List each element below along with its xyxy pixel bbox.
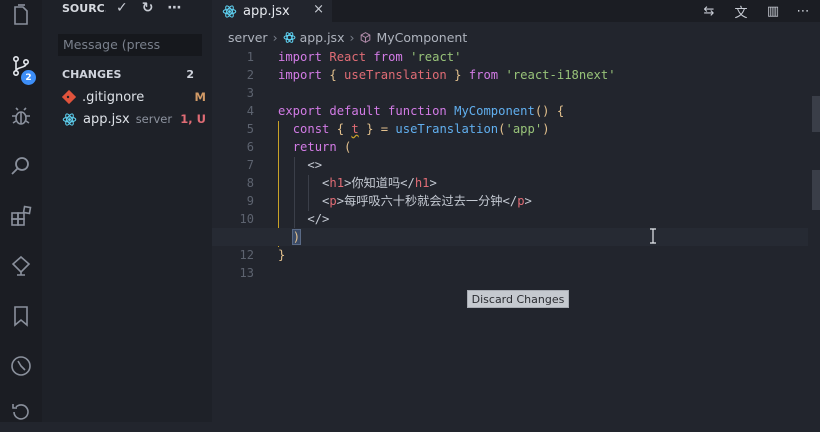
- timeline-icon[interactable]: [0, 346, 42, 386]
- code-line-1: import React from 'react': [278, 50, 462, 64]
- line-number: 4: [246, 104, 254, 118]
- changes-header[interactable]: CHANGES 2: [62, 68, 198, 82]
- commit-message-input[interactable]: Message (press: [58, 34, 202, 56]
- editor-area: app.jsx × ⇆ 文 ▥ ⋯ server › app.jsx › MyC…: [212, 0, 820, 422]
- refresh-icon[interactable]: ↻: [142, 0, 154, 16]
- code-line-11: ): [212, 228, 808, 246]
- explorer-icon[interactable]: [0, 0, 42, 36]
- close-icon[interactable]: ×: [313, 2, 324, 17]
- react-file-icon: [222, 4, 237, 18]
- line-number: 13: [239, 266, 254, 280]
- code-line-6: return (: [292, 140, 352, 154]
- code-line-10: </>: [307, 212, 330, 226]
- breadcrumb-symbol[interactable]: MyComponent: [376, 30, 467, 45]
- changes-label: CHANGES: [62, 68, 122, 81]
- chevron-right-icon: ›: [349, 29, 355, 45]
- bookmark-icon[interactable]: [0, 296, 42, 336]
- open-changes-icon[interactable]: ⇆: [698, 0, 720, 22]
- git-file-icon: [62, 90, 76, 104]
- line-number: 12: [239, 248, 254, 262]
- source-control-panel: SOURC... ✓ ↻ ⋯ Message (press CHANGES 2 …: [42, 0, 212, 422]
- line-number: 10: [239, 212, 254, 226]
- symbol-icon: [361, 31, 371, 43]
- code-line-9: <p>每呼吸六十秒就会过去一分钟</p>: [322, 194, 532, 208]
- source-control-icon[interactable]: 2: [0, 46, 42, 86]
- line-number: 6: [246, 140, 254, 154]
- activity-bar: 2: [0, 0, 42, 422]
- changes-count: 2: [186, 68, 194, 81]
- translate-icon[interactable]: 文: [730, 0, 752, 22]
- history-icon[interactable]: [0, 392, 42, 432]
- scrollbar-marker[interactable]: [812, 170, 820, 210]
- file-dir: server: [135, 112, 173, 126]
- code-line-8: <h1>你知道吗</h1>: [322, 176, 437, 190]
- tab-label: app.jsx: [243, 3, 290, 19]
- line-number: 3: [246, 86, 254, 100]
- code-line-2: import { useTranslation } from 'react-i1…: [278, 68, 616, 82]
- tab-bar: app.jsx × ⇆ 文 ▥ ⋯: [212, 0, 820, 22]
- code-editor[interactable]: import React from 'react' import { useTr…: [212, 48, 818, 282]
- code-line-12: }: [278, 248, 286, 262]
- search-icon[interactable]: [0, 146, 42, 186]
- breadcrumb-file[interactable]: app.jsx: [300, 30, 345, 45]
- file-name: app.jsx: [83, 111, 130, 127]
- breadcrumb-folder[interactable]: server: [228, 30, 268, 45]
- chevron-right-icon: ›: [272, 29, 278, 45]
- split-editor-icon[interactable]: ▥: [762, 0, 784, 22]
- line-number: 2: [246, 68, 254, 82]
- code-line-5: const { t } = useTranslation('app'): [292, 122, 550, 136]
- line-number: 8: [246, 176, 254, 190]
- commit-check-icon[interactable]: ✓: [116, 0, 128, 16]
- line-number: 9: [246, 194, 254, 208]
- panel-title: SOURC...: [62, 1, 106, 15]
- code-line-4: export default function MyComponent() {: [278, 104, 565, 118]
- changed-file-gitignore[interactable]: .gitignore M: [62, 87, 206, 107]
- file-status: 1, U: [180, 112, 206, 126]
- line-number: 5: [246, 122, 254, 136]
- changed-file-app-jsx[interactable]: app.jsx server 1, U: [62, 109, 206, 129]
- line-number-gutter: 1 2 3 4 5 6 7 8 9 10 11 12 13: [212, 48, 254, 282]
- remote-icon[interactable]: [0, 246, 42, 286]
- file-status: M: [194, 90, 206, 104]
- react-file-icon: [283, 31, 295, 43]
- debug-icon[interactable]: [0, 96, 42, 136]
- scrollbar-marker[interactable]: [812, 96, 820, 132]
- extensions-icon[interactable]: [0, 196, 42, 236]
- line-number: 7: [246, 158, 254, 172]
- text-cursor-icon: [650, 228, 656, 244]
- tab-app-jsx[interactable]: app.jsx ×: [212, 0, 332, 22]
- more-actions-icon[interactable]: ⋯: [167, 0, 181, 16]
- more-actions-icon[interactable]: ⋯: [792, 0, 814, 22]
- breadcrumb: server › app.jsx › MyComponent: [228, 28, 467, 46]
- file-name: .gitignore: [82, 89, 145, 105]
- react-file-icon: [62, 112, 77, 126]
- discard-changes-tooltip: Discard Changes: [467, 290, 569, 308]
- scm-count-badge: 2: [21, 70, 36, 85]
- line-number: 1: [246, 50, 254, 64]
- code-line-7: <>: [307, 158, 323, 172]
